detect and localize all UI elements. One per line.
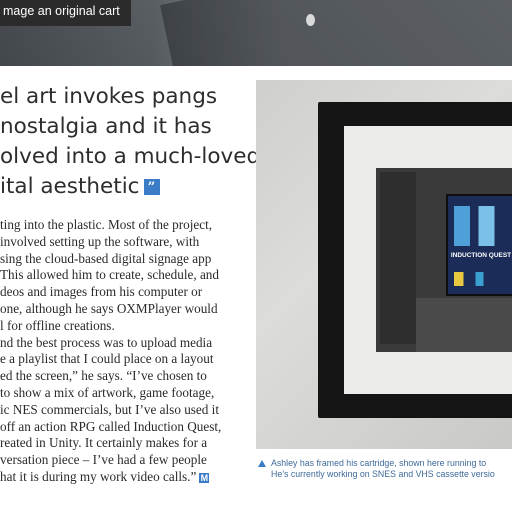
pull-quote-line: olved into a much-loved: [0, 144, 261, 169]
body-line: deos and images from his computer or: [0, 284, 203, 300]
photo-highlight: [306, 14, 315, 26]
body-line: versation piece – I’ve had a few people: [0, 452, 207, 468]
caption-line: Ashley has framed his cartridge, shown h…: [271, 458, 487, 468]
pull-quote-line-text: ital aesthetic: [0, 174, 140, 199]
framed-cartridge-photo: INDUCTION QUEST: [256, 80, 512, 449]
caption-line: He’s currently working on SNES and VHS c…: [271, 469, 495, 479]
body-line-last: hat it is during my work video calls.” M: [0, 469, 250, 486]
body-line: sing the cloud-based digital signage app: [0, 250, 212, 266]
caption-triangle-icon: [258, 460, 266, 467]
pull-quote-line-last: ital aesthetic”: [0, 172, 250, 202]
cartridge-base: [416, 298, 512, 352]
pull-quote-line: el art invokes pangs: [0, 84, 218, 109]
body-line: ed the screen,” he says. “I’ve chosen to: [0, 368, 207, 384]
body-line: involved setting up the software, with: [0, 233, 200, 249]
body-line: reated in Unity. It certainly makes for …: [0, 435, 208, 451]
photo-shadow-band: [160, 0, 512, 66]
body-line: l for offline creations.: [0, 317, 115, 333]
quote-mark-icon: ”: [143, 179, 160, 195]
body-line: ic NES commercials, but I’ve also used i…: [0, 401, 220, 417]
game-title: INDUCTION QUEST: [450, 252, 512, 259]
body-line: one, although he says OXMPlayer would: [0, 300, 218, 316]
header-photo: mage an original cart: [0, 0, 512, 66]
cartridge-screen: INDUCTION QUEST: [446, 194, 512, 296]
body-line: off an action RPG called Induction Quest…: [0, 418, 222, 434]
game-characters: [454, 206, 508, 246]
article-body: ting into the plastic. Most of the proje…: [0, 217, 250, 486]
end-mark-icon: M: [199, 472, 210, 483]
body-line: nd the best process was to upload media: [0, 334, 213, 350]
body-line: e a playlist that I could place on a lay…: [0, 351, 214, 367]
body-line-text: hat it is during my work video calls.”: [0, 468, 197, 484]
pull-quote: el art invokes pangs nostalgia and it ha…: [0, 82, 261, 202]
body-line: ting into the plastic. Most of the proje…: [0, 217, 213, 232]
header-photo-caption: mage an original cart: [0, 0, 131, 26]
body-line: to show a mix of artwork, game footage,: [0, 384, 215, 400]
game-icons: [454, 272, 508, 286]
body-line: This allowed him to create, schedule, an…: [0, 267, 219, 283]
cartridge-ridges: [380, 172, 416, 344]
photo-caption: Ashley has framed his cartridge, shown h…: [256, 458, 512, 480]
pull-quote-line: nostalgia and it has: [0, 114, 212, 139]
